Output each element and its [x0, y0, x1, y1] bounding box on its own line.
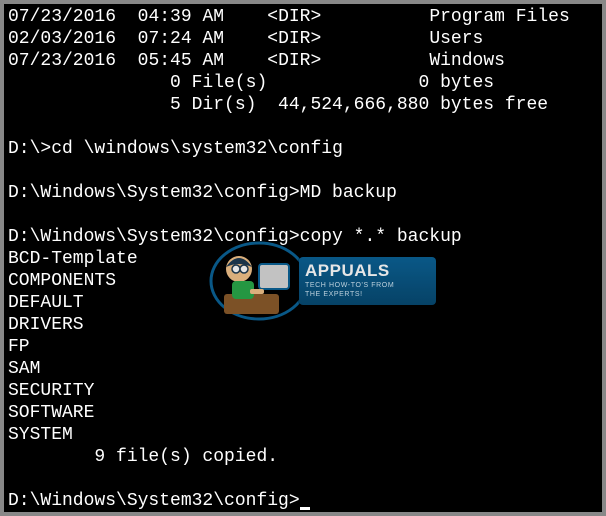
- prompt: D:\>: [8, 139, 51, 159]
- copied-file: FP: [8, 337, 30, 357]
- copied-file: COMPONENTS: [8, 271, 116, 291]
- dir-row: 07/23/2016 05:45 AM <DIR> Windows: [8, 51, 505, 71]
- terminal-output[interactable]: 07/23/2016 04:39 AM <DIR> Program Files …: [4, 4, 602, 514]
- terminal-window: 07/23/2016 04:39 AM <DIR> Program Files …: [0, 0, 606, 516]
- copied-file: DRIVERS: [8, 315, 84, 335]
- copied-file: SOFTWARE: [8, 403, 94, 423]
- copied-file: BCD-Template: [8, 249, 138, 269]
- prompt: D:\Windows\System32\config>: [8, 491, 300, 511]
- copied-summary: 9 file(s) copied.: [8, 447, 278, 467]
- copied-file: SAM: [8, 359, 40, 379]
- prompt: D:\Windows\System32\config>: [8, 183, 300, 203]
- summary-dirs: 5 Dir(s) 44,524,666,880 bytes free: [8, 95, 548, 115]
- copied-file: DEFAULT: [8, 293, 84, 313]
- prompt: D:\Windows\System32\config>: [8, 227, 300, 247]
- cursor: [300, 507, 310, 510]
- dir-row: 07/23/2016 04:39 AM <DIR> Program Files: [8, 7, 570, 27]
- command: MD backup: [300, 183, 397, 203]
- copied-file: SYSTEM: [8, 425, 73, 445]
- summary-files: 0 File(s) 0 bytes: [8, 73, 494, 93]
- dir-row: 02/03/2016 07:24 AM <DIR> Users: [8, 29, 483, 49]
- command: cd \windows\system32\config: [51, 139, 343, 159]
- command: copy *.* backup: [300, 227, 462, 247]
- copied-file: SECURITY: [8, 381, 94, 401]
